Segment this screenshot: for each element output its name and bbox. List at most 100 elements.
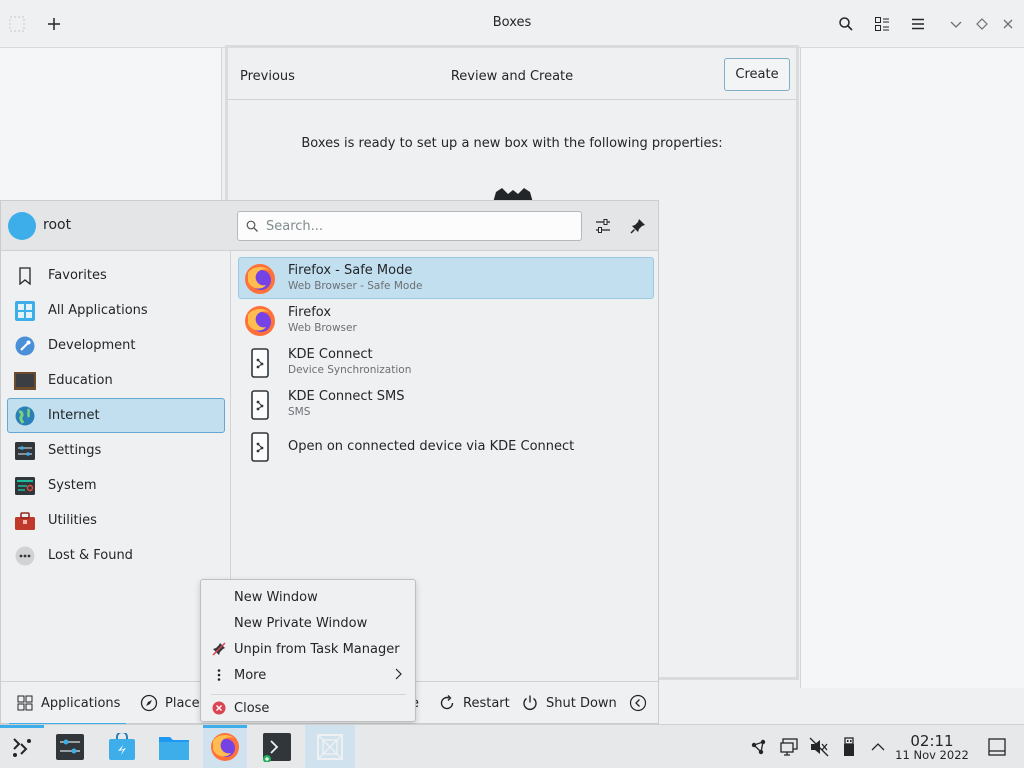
- app-kde-connect-sms[interactable]: KDE Connect SMS SMS: [238, 383, 654, 425]
- app-subtitle: SMS: [288, 406, 311, 418]
- category-system[interactable]: System: [7, 468, 225, 503]
- boxes-left-pane: [0, 48, 222, 208]
- pin-button[interactable]: [625, 213, 651, 239]
- boxes-icon: [317, 734, 343, 760]
- shutdown-button[interactable]: Shut Down: [520, 682, 617, 724]
- category-utilities[interactable]: Utilities: [7, 503, 225, 538]
- category-favorites[interactable]: Favorites: [7, 258, 225, 293]
- taskbar-discover[interactable]: [100, 725, 144, 768]
- app-name: KDE Connect SMS: [288, 389, 405, 404]
- dialog-header: Previous Review and Create Create: [228, 48, 796, 100]
- bookmark-icon: [14, 265, 36, 287]
- menu-item-label: Unpin from Task Manager: [234, 641, 400, 657]
- taskbar: 02:11 11 Nov 2022: [0, 724, 1024, 768]
- show-desktop-icon[interactable]: [986, 736, 1008, 758]
- launcher-header: root: [1, 201, 658, 251]
- menu-item-unpin[interactable]: Unpin from Task Manager: [205, 636, 411, 662]
- app-subtitle: Web Browser - Safe Mode: [288, 280, 423, 292]
- category-label: Utilities: [48, 513, 97, 528]
- menu-item-close[interactable]: Close: [205, 695, 411, 721]
- chevron-down-icon: [950, 21, 962, 28]
- settings-icon: [14, 440, 36, 462]
- launcher-button[interactable]: [0, 725, 44, 768]
- firefox-icon: [243, 262, 277, 296]
- taskbar-boxes[interactable]: [305, 725, 355, 768]
- category-internet[interactable]: Internet: [7, 398, 225, 433]
- app-header-bar: Boxes: [0, 0, 1024, 48]
- app-subtitle: Web Browser: [288, 322, 357, 334]
- power-icon: [520, 693, 540, 713]
- network-tray-icon[interactable]: [779, 736, 801, 758]
- main-menu-button[interactable]: [906, 12, 930, 36]
- taskbar-system-settings[interactable]: [48, 725, 92, 768]
- usb-device-icon[interactable]: [838, 736, 860, 758]
- category-label: System: [48, 478, 97, 493]
- maximize-button[interactable]: [970, 12, 994, 36]
- app-kde-connect[interactable]: KDE Connect Device Synchronization: [238, 341, 654, 383]
- kdeconnect-icon: [243, 388, 277, 422]
- app-name: Firefox - Safe Mode: [288, 263, 413, 278]
- app-name: KDE Connect: [288, 347, 373, 362]
- search-box[interactable]: [237, 211, 582, 241]
- search-input[interactable]: [266, 217, 566, 235]
- taskbar-konsole[interactable]: [255, 725, 299, 768]
- chevron-up-icon[interactable]: [867, 736, 889, 758]
- firefox-icon: [211, 733, 239, 761]
- tab-places[interactable]: Places: [139, 682, 206, 724]
- leave-options-button[interactable]: [628, 682, 654, 724]
- grid-icon: [15, 693, 35, 713]
- close-icon: [1003, 19, 1013, 29]
- category-list: Favorites All Applications Development E…: [1, 251, 231, 681]
- category-label: All Applications: [48, 303, 148, 318]
- taskbar-dolphin[interactable]: [152, 725, 196, 768]
- configure-button[interactable]: [590, 213, 616, 239]
- app-open-on-connected-device[interactable]: Open on connected device via KDE Connect: [238, 425, 654, 467]
- clock-date[interactable]: 11 Nov 2022: [894, 748, 970, 762]
- context-menu: New Window New Private Window Unpin from…: [200, 579, 416, 722]
- search-icon: [246, 220, 258, 232]
- tab-applications[interactable]: Applications: [9, 682, 127, 726]
- search-button[interactable]: [834, 12, 858, 36]
- menu-item-label: More: [234, 667, 267, 683]
- menu-item-label: New Private Window: [234, 615, 368, 631]
- category-label: Settings: [48, 443, 102, 458]
- sliders-icon: [596, 219, 610, 233]
- system-icon: [14, 475, 36, 497]
- kdeconnect-icon: [243, 346, 277, 380]
- volume-muted-icon[interactable]: [808, 736, 830, 758]
- app-name: Firefox: [288, 305, 332, 320]
- create-button[interactable]: Create: [724, 58, 790, 91]
- category-lost-and-found[interactable]: Lost & Found: [7, 538, 225, 573]
- pin-icon: [630, 219, 645, 234]
- category-all-applications[interactable]: All Applications: [7, 293, 225, 328]
- menu-item-new-private-window[interactable]: New Private Window: [205, 610, 411, 636]
- app-name: Open on connected device via KDE Connect: [288, 439, 575, 454]
- app-firefox[interactable]: Firefox Web Browser: [238, 299, 654, 341]
- category-label: Internet: [48, 408, 100, 423]
- view-mode-button[interactable]: [870, 12, 894, 36]
- toolbox-icon: [14, 510, 36, 532]
- category-development[interactable]: Development: [7, 328, 225, 363]
- app-firefox-safe-mode[interactable]: Firefox - Safe Mode Web Browser - Safe M…: [238, 257, 654, 299]
- restart-icon: [437, 693, 457, 713]
- menu-item-label: Close: [234, 700, 270, 716]
- avatar[interactable]: [8, 212, 36, 240]
- close-window-button[interactable]: [996, 12, 1020, 36]
- restart-button[interactable]: Restart: [437, 682, 510, 724]
- minimize-button[interactable]: [944, 12, 968, 36]
- grid-apps-icon: [14, 300, 36, 322]
- more-dots-icon: [14, 545, 36, 567]
- menu-item-more[interactable]: More: [205, 662, 411, 688]
- taskbar-firefox[interactable]: [203, 725, 247, 768]
- more-vertical-icon: [209, 665, 229, 685]
- globe-icon: [14, 405, 36, 427]
- category-label: Lost & Found: [48, 548, 133, 563]
- kdeconnect-icon: [243, 430, 277, 464]
- kdeconnect-tray-icon[interactable]: [748, 736, 770, 758]
- category-settings[interactable]: Settings: [7, 433, 225, 468]
- app-subtitle: Device Synchronization: [288, 364, 412, 376]
- category-education[interactable]: Education: [7, 363, 225, 398]
- app-launcher-icon: [13, 738, 31, 757]
- restart-label: Restart: [463, 695, 510, 711]
- menu-item-new-window[interactable]: New Window: [205, 584, 411, 610]
